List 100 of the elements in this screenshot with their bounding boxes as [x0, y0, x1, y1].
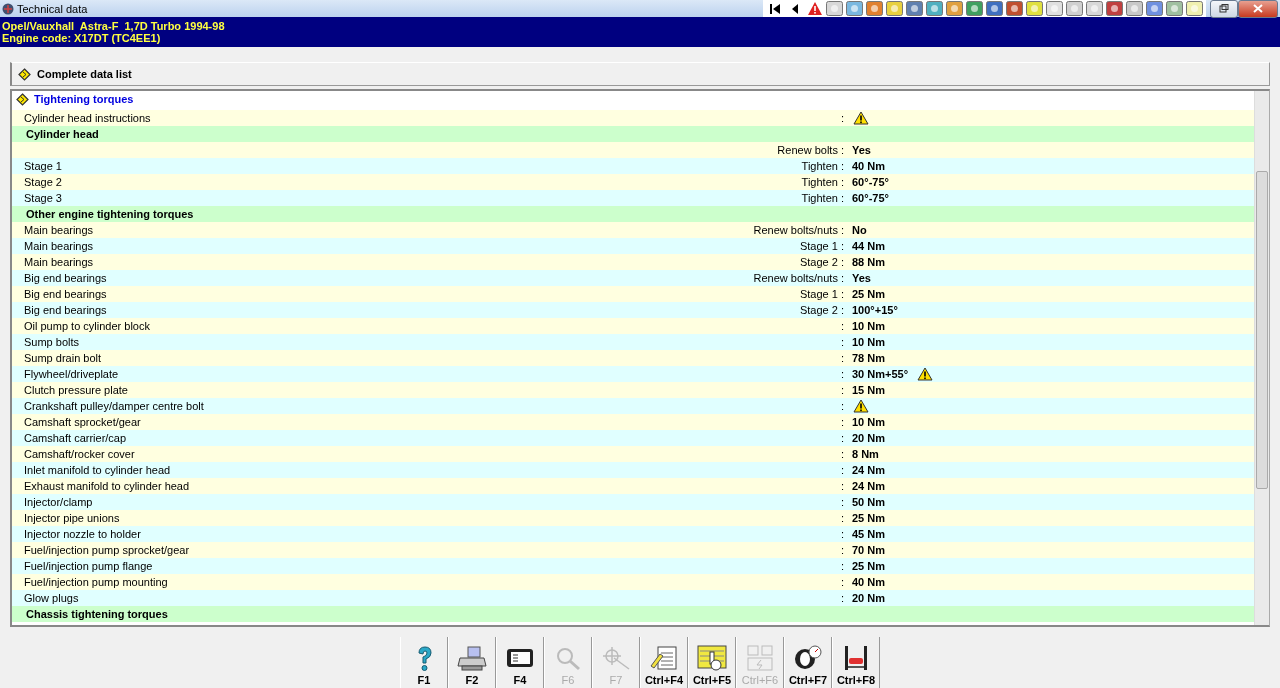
- item-value: 50 Nm: [852, 496, 886, 508]
- item-qualifier: Stage 2 :: [799, 304, 844, 316]
- section-title: Cylinder head: [26, 128, 99, 140]
- toolbar-button[interactable]: [1145, 0, 1164, 17]
- toolbar-button[interactable]: [945, 0, 964, 17]
- restore-button[interactable]: [1210, 0, 1238, 18]
- item-value: No: [852, 224, 867, 236]
- item-value: 88 Nm: [852, 256, 886, 268]
- item-label: Crankshaft pulley/damper centre bolt: [24, 400, 204, 412]
- item-qualifier: :: [840, 352, 844, 364]
- item-qualifier: :: [840, 528, 844, 540]
- item-qualifier: :: [840, 432, 844, 444]
- toolbar-button[interactable]: [825, 0, 844, 17]
- toolbar-button[interactable]: [1025, 0, 1044, 17]
- toolbar-button[interactable]: [885, 0, 904, 17]
- item-label: Main bearings: [24, 256, 94, 268]
- warning-toolbar-button[interactable]: [805, 0, 824, 17]
- item-qualifier: :: [840, 576, 844, 588]
- toolbar-button[interactable]: [985, 0, 1004, 17]
- item-label: Main bearings: [24, 240, 94, 252]
- function-key-button[interactable]: Ctrl+F8: [832, 637, 880, 688]
- item-label: Big end bearings: [24, 304, 107, 316]
- item-label: Glow plugs: [24, 592, 79, 604]
- notepad-icon: [650, 646, 677, 670]
- arrow-diamond-icon: [16, 92, 29, 106]
- car-lift-icon: [845, 646, 867, 670]
- function-key-button[interactable]: F2: [448, 637, 496, 688]
- function-key-button[interactable]: Ctrl+F7: [784, 637, 832, 688]
- item-value: 25 Nm: [852, 288, 886, 300]
- item-qualifier: :: [840, 496, 844, 508]
- item-label: Stage 1: [24, 160, 62, 172]
- item-qualifier: Tighten :: [801, 160, 844, 172]
- item-qualifier: :: [840, 400, 844, 412]
- toolbar-button[interactable]: [905, 0, 924, 17]
- item-label: Main bearings: [24, 224, 94, 236]
- item-value: 10 Nm: [852, 320, 886, 332]
- panel-title: Tightening torques: [34, 93, 134, 105]
- item-label: Sump drain bolt: [24, 352, 102, 364]
- item-qualifier: Stage 2 :: [799, 256, 844, 268]
- item-label: Injector pipe unions: [24, 512, 120, 524]
- skip-to-start-icon[interactable]: [768, 2, 781, 15]
- scrollbar[interactable]: [1254, 91, 1269, 625]
- item-label: Big end bearings: [24, 272, 107, 284]
- toolbar-button[interactable]: [1005, 0, 1024, 17]
- item-value: 60°-75°: [852, 192, 889, 204]
- item-qualifier: :: [840, 480, 844, 492]
- item-value: 100°+15°: [852, 304, 898, 316]
- function-key-button[interactable]: F4: [496, 637, 544, 688]
- item-qualifier: :: [840, 592, 844, 604]
- toolbar-button[interactable]: [845, 0, 864, 17]
- item-value: 30 Nm+55°: [852, 368, 909, 380]
- item-qualifier: :: [840, 336, 844, 348]
- complete-data-list-label: Complete data list: [37, 68, 132, 80]
- item-value: 20 Nm: [852, 592, 886, 604]
- magnifier-icon: [557, 648, 580, 671]
- engine-code: Engine code: X17DT (TC4EE1): [2, 32, 162, 44]
- toolbar-button[interactable]: [965, 0, 984, 17]
- item-value: 20 Nm: [852, 432, 886, 444]
- item-value: 70 Nm: [852, 544, 886, 556]
- warning-icon: [853, 111, 869, 125]
- item-value: 25 Nm: [852, 560, 886, 572]
- scroll-thumb[interactable]: [1256, 171, 1268, 489]
- item-value: 25 Nm: [852, 512, 886, 524]
- item-qualifier: :: [840, 416, 844, 428]
- item-qualifier: :: [840, 368, 844, 380]
- item-qualifier: :: [840, 560, 844, 572]
- item-label: Camshaft carrier/cap: [24, 432, 127, 444]
- item-value: Yes: [852, 144, 871, 156]
- item-qualifier: Stage 1 :: [799, 240, 844, 252]
- section-title: Other engine tightening torques: [26, 208, 194, 220]
- warning-icon: [853, 399, 869, 413]
- item-label: Camshaft sprocket/gear: [24, 416, 141, 428]
- item-label: Sump bolts: [24, 336, 80, 348]
- toolbar-button[interactable]: [1105, 0, 1124, 17]
- close-button[interactable]: [1238, 0, 1278, 18]
- window-title: Technical data: [17, 2, 88, 15]
- item-qualifier: :: [840, 320, 844, 332]
- function-key-button[interactable]: Ctrl+F4: [640, 637, 688, 688]
- complete-data-list-bar[interactable]: Complete data list: [10, 62, 1270, 86]
- function-key-button[interactable]: F1: [400, 637, 448, 688]
- item-value: Yes: [852, 272, 871, 284]
- item-qualifier: Stage 1 :: [799, 288, 844, 300]
- toolbar-button[interactable]: [1125, 0, 1144, 17]
- toolbar-button[interactable]: [865, 0, 884, 17]
- toolbar-button[interactable]: [925, 0, 944, 17]
- item-label: Flywheel/driveplate: [24, 368, 119, 380]
- toolbar-button[interactable]: [1065, 0, 1084, 17]
- toolbar-button[interactable]: [1085, 0, 1104, 17]
- section-title: Chassis tightening torques: [26, 608, 168, 620]
- function-key-button[interactable]: Ctrl+F5: [688, 637, 736, 688]
- item-value: 78 Nm: [852, 352, 886, 364]
- warning-icon: [917, 367, 934, 381]
- toolbar-button[interactable]: [1165, 0, 1184, 17]
- item-value: 10 Nm: [852, 336, 886, 348]
- item-value: 8 Nm: [852, 448, 879, 460]
- item-value: 40 Nm: [852, 576, 886, 588]
- item-value: 24 Nm: [852, 464, 886, 476]
- toolbar-button[interactable]: [1185, 0, 1204, 17]
- vehicle-model: Opel/Vauxhall Astra-F 1,7D Turbo 1994-98: [2, 20, 226, 32]
- toolbar-button[interactable]: [1045, 0, 1064, 17]
